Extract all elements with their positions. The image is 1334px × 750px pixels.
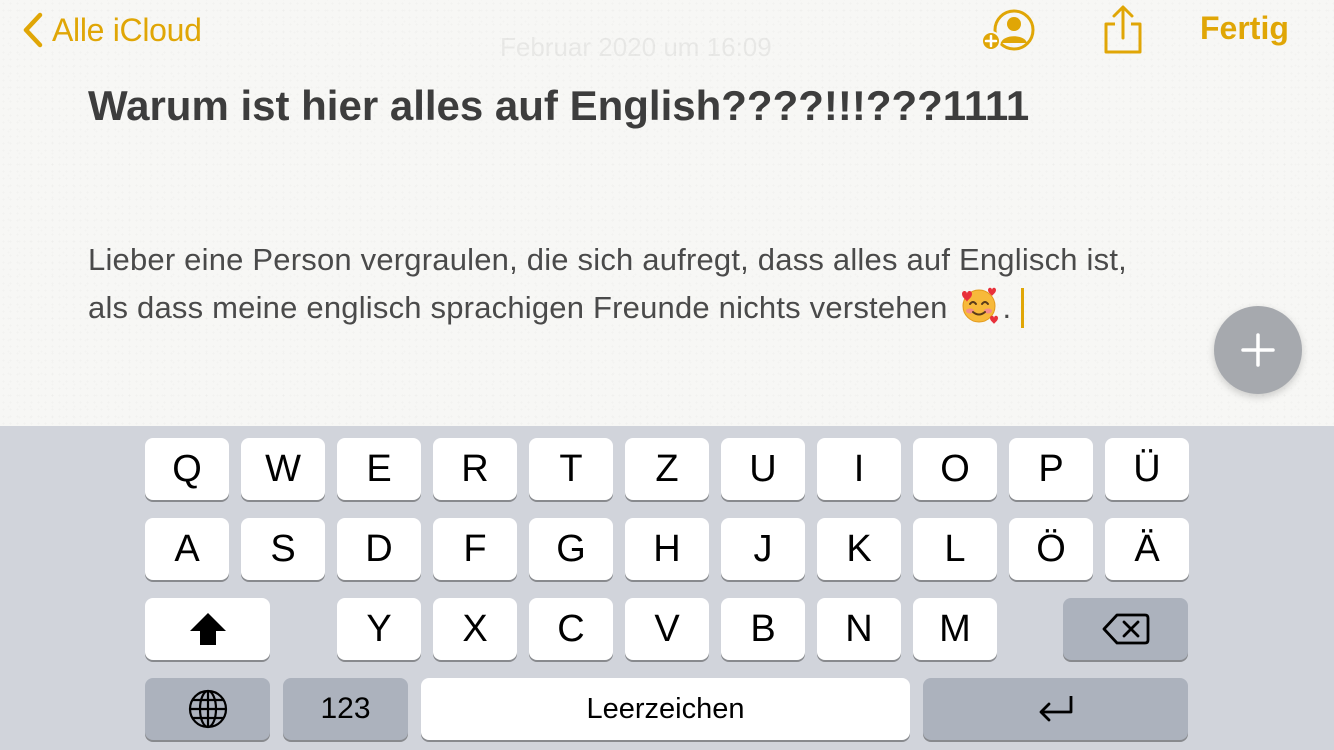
key-t[interactable]: T: [529, 438, 613, 500]
key-ue[interactable]: Ü: [1105, 438, 1189, 500]
key-ae[interactable]: Ä: [1105, 518, 1189, 580]
keyboard: Q W E R T Z U I O P Ü A S D F G H J K L …: [0, 426, 1334, 750]
globe-key[interactable]: [145, 678, 270, 740]
shift-icon: [189, 613, 226, 645]
note-title[interactable]: Warum ist hier alles auf English????!!!?…: [88, 82, 1029, 130]
key-f[interactable]: F: [433, 518, 517, 580]
return-icon: [1039, 696, 1072, 722]
done-button[interactable]: Fertig: [1200, 10, 1289, 47]
delete-key[interactable]: [1063, 598, 1188, 660]
back-label: Alle iCloud: [52, 11, 202, 48]
shift-key[interactable]: [145, 598, 270, 660]
key-r[interactable]: R: [433, 438, 517, 500]
key-k[interactable]: K: [817, 518, 901, 580]
key-p[interactable]: P: [1009, 438, 1093, 500]
key-e[interactable]: E: [337, 438, 421, 500]
key-y[interactable]: Y: [337, 598, 421, 660]
key-n[interactable]: N: [817, 598, 901, 660]
key-a[interactable]: A: [145, 518, 229, 580]
note-date: Februar 2020 um 16:09: [500, 32, 772, 62]
share-icon[interactable]: [1100, 4, 1146, 56]
note-body-line-2: als dass meine englisch sprachigen Freun…: [88, 284, 1248, 332]
return-key[interactable]: [923, 678, 1188, 740]
note-editor: Alle iCloud Februar 2020 um 16:09 Fertig…: [0, 0, 1334, 426]
note-body-line-2-text: als dass meine englisch sprachigen Freun…: [88, 290, 948, 325]
backspace-icon: [1102, 613, 1149, 645]
key-g[interactable]: G: [529, 518, 613, 580]
back-button[interactable]: Alle iCloud: [22, 10, 202, 50]
key-q[interactable]: Q: [145, 438, 229, 500]
key-oe[interactable]: Ö: [1009, 518, 1093, 580]
globe-icon: [188, 689, 227, 729]
note-body[interactable]: Lieber eine Person vergraulen, die sich …: [88, 236, 1248, 332]
add-button[interactable]: [1214, 306, 1302, 394]
key-c[interactable]: C: [529, 598, 613, 660]
key-j[interactable]: J: [721, 518, 805, 580]
key-w[interactable]: W: [241, 438, 325, 500]
key-b[interactable]: B: [721, 598, 805, 660]
key-s[interactable]: S: [241, 518, 325, 580]
key-o[interactable]: O: [913, 438, 997, 500]
numbers-key[interactable]: 123: [283, 678, 408, 740]
key-i[interactable]: I: [817, 438, 901, 500]
key-h[interactable]: H: [625, 518, 709, 580]
space-key[interactable]: Leerzeichen: [421, 678, 910, 740]
key-z[interactable]: Z: [625, 438, 709, 500]
key-u[interactable]: U: [721, 438, 805, 500]
chevron-left-icon: [23, 12, 43, 48]
add-person-icon[interactable]: [980, 8, 1036, 54]
key-x[interactable]: X: [433, 598, 517, 660]
plus-icon: [1241, 333, 1275, 367]
key-l[interactable]: L: [913, 518, 997, 580]
note-body-line-1: Lieber eine Person vergraulen, die sich …: [88, 242, 1127, 277]
key-d[interactable]: D: [337, 518, 421, 580]
note-body-line-2-end: .: [1002, 290, 1012, 325]
text-cursor: [1021, 288, 1025, 328]
key-v[interactable]: V: [625, 598, 709, 660]
smiling-face-with-hearts-icon: [962, 287, 999, 324]
key-m[interactable]: M: [913, 598, 997, 660]
